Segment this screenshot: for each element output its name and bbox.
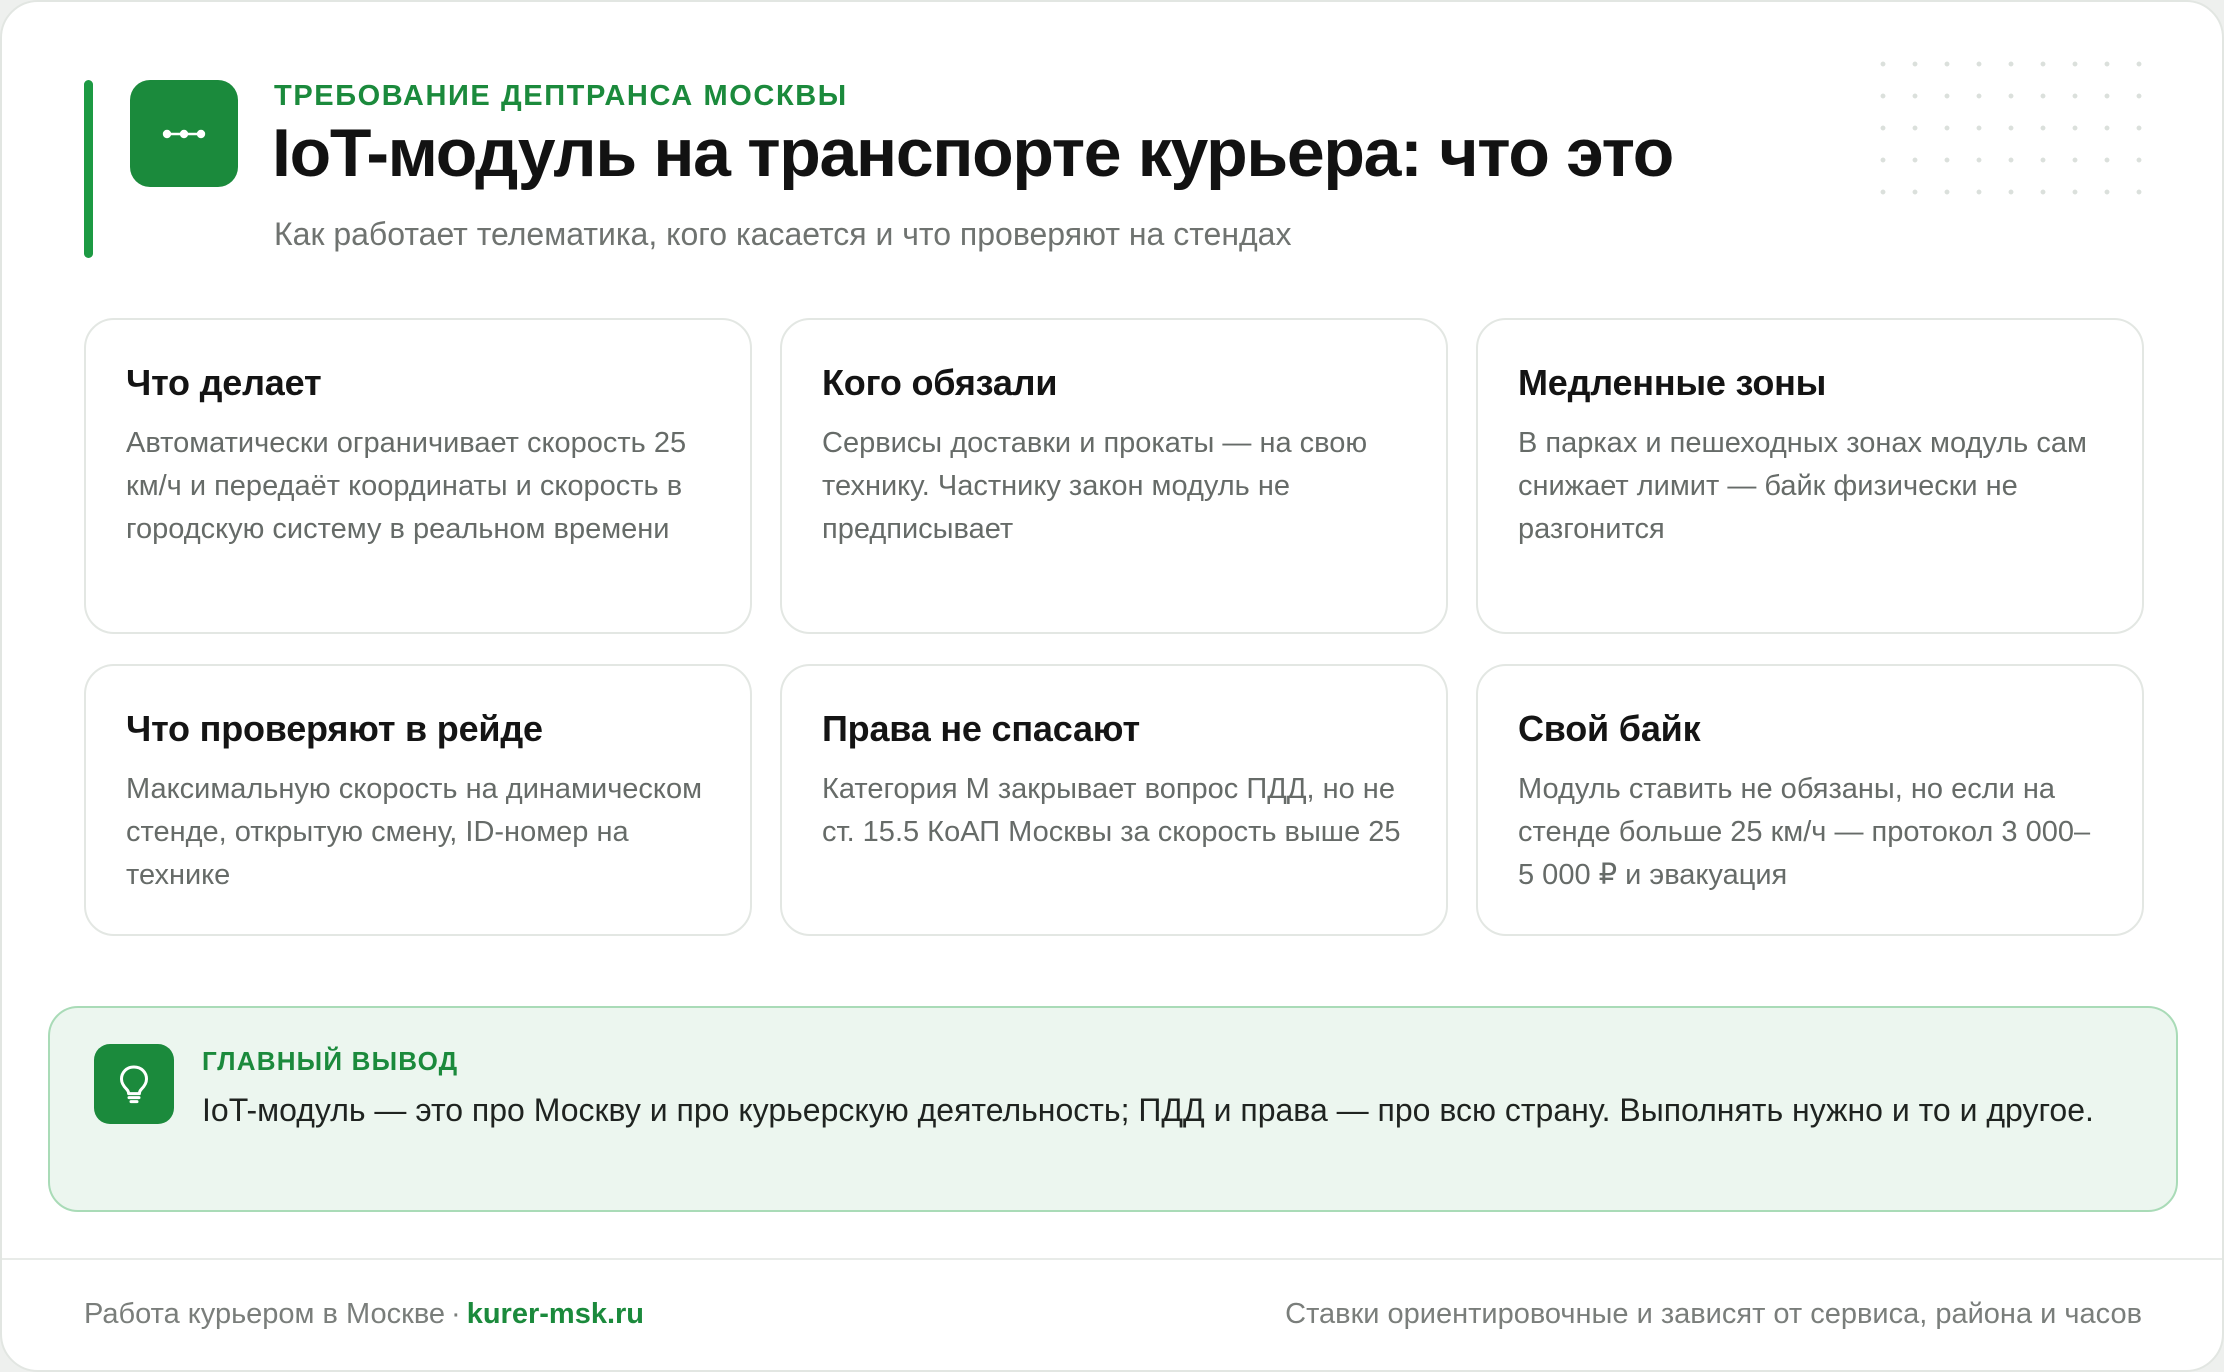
footer-left: Работа курьером в Москве · kurer-msk.ru — [84, 1298, 644, 1331]
lightbulb-tile — [94, 1044, 174, 1124]
card-title: Медленные зоны — [1518, 362, 1827, 403]
card-text: Сервисы доставки и прокаты — на свою тех… — [822, 427, 1368, 545]
page-subtitle: Как работает телематика, кого касается и… — [274, 216, 1292, 252]
footer-caption: Работа курьером в Москве — [84, 1298, 446, 1330]
conclusion-box: ГЛАВНЫЙ ВЫВОД IoT-модуль — это про Москв… — [48, 1006, 2178, 1212]
info-card-raid-checks: Что проверяют в рейде Максимальную скоро… — [84, 664, 752, 936]
footer-divider — [2, 1258, 2222, 1260]
info-card-own-bike: Свой байк Модуль ставить не обязаны, но … — [1476, 664, 2144, 936]
infographic-card: ТРЕБОВАНИЕ ДЕПТРАНСА МОСКВЫ IoT-модуль н… — [0, 0, 2224, 1372]
card-text: Модуль ставить не обязаны, но если на ст… — [1518, 773, 2091, 891]
card-title: Что проверяют в рейде — [126, 708, 543, 749]
footer-site-link[interactable]: kurer-msk.ru — [467, 1298, 644, 1330]
accent-bar — [84, 80, 93, 258]
info-card-who-is-obliged: Кого обязали Сервисы доставки и прокаты … — [780, 318, 1448, 634]
card-title: Что делает — [126, 362, 322, 403]
logo-tile — [130, 80, 238, 187]
footer-separator: · — [451, 1298, 461, 1330]
page-title: IoT-модуль на транспорте курьера: что эт… — [272, 115, 1674, 191]
card-text: Автоматически ограничивает скорость 25 к… — [126, 427, 687, 545]
connection-nodes-icon — [162, 129, 206, 138]
card-title: Кого обязали — [822, 362, 1058, 403]
conclusion-label: ГЛАВНЫЙ ВЫВОД — [202, 1046, 459, 1076]
card-text: В парках и пешеходных зонах модуль сам с… — [1518, 427, 2087, 545]
info-card-what-it-does: Что делает Автоматически ограничивает ск… — [84, 318, 752, 634]
card-title: Свой байк — [1518, 708, 1701, 749]
decorative-dot-grid — [1867, 48, 2167, 198]
footer-disclaimer: Ставки ориентировочные и зависят от серв… — [1285, 1298, 2142, 1330]
info-card-slow-zones: Медленные зоны В парках и пешеходных зон… — [1476, 318, 2144, 634]
info-card-license: Права не спасают Категория M закрывает в… — [780, 664, 1448, 936]
card-title: Права не спасают — [822, 708, 1140, 749]
conclusion-text: IoT-модуль — это про Москву и про курьер… — [202, 1092, 2094, 1128]
eyebrow-label: ТРЕБОВАНИЕ ДЕПТРАНСА МОСКВЫ — [274, 80, 848, 112]
card-text: Максимальную скорость на динамическом ст… — [126, 773, 703, 891]
card-text: Категория M закрывает вопрос ПДД, но не … — [822, 773, 1401, 848]
lightbulb-icon — [120, 1065, 148, 1104]
info-cards-grid: Что делает Автоматически ограничивает ск… — [84, 318, 2144, 936]
